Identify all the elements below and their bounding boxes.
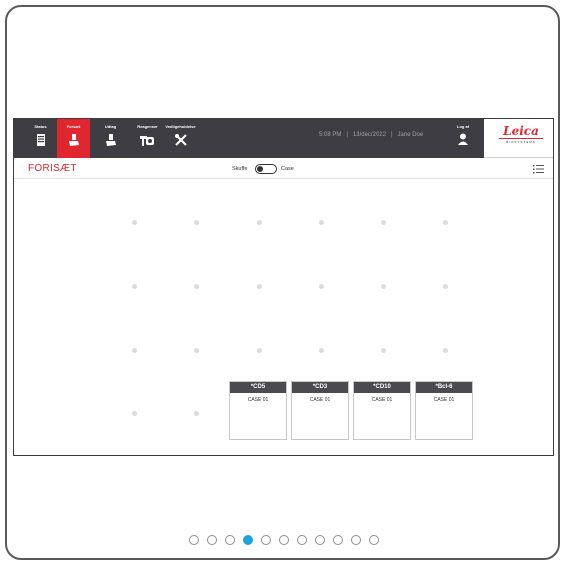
toggle-knob (257, 166, 263, 172)
empty-slot (257, 220, 262, 225)
page-indicator (0, 535, 567, 547)
slide-case: CASE 01 (371, 397, 393, 403)
slide-marker: *CD3 (292, 382, 348, 393)
nav-forsaet[interactable]: Forsæt (57, 119, 90, 158)
user-icon (458, 133, 468, 145)
nav-udtag[interactable]: Udtag (94, 119, 127, 158)
empty-slot (443, 220, 448, 225)
toggle-left-label: Skuffe (232, 166, 248, 172)
empty-slot (132, 284, 137, 289)
pager-dot[interactable] (189, 535, 199, 545)
page-header: FORISÆT Skuffe Case (14, 158, 553, 179)
empty-slot (381, 220, 386, 225)
status-user: Jane Doe (397, 132, 424, 138)
empty-slot (132, 220, 137, 225)
pager-dot[interactable] (207, 535, 217, 545)
empty-slot (194, 411, 199, 416)
slide-marker: *CD5 (230, 382, 286, 393)
toggle-switch[interactable] (255, 164, 277, 174)
slide-case: CASE 01 (433, 397, 455, 403)
pager-dot[interactable] (351, 535, 361, 545)
empty-slot (132, 411, 137, 416)
brand-logo: Leica BIOSYSTEMS (484, 119, 553, 158)
slide-card[interactable]: *Bcl-6 CASE 01 (415, 381, 473, 440)
reagent-bottle-icon (139, 136, 154, 146)
empty-slot (257, 348, 262, 353)
top-navigation-bar: Status Forsæt Udtag Reagenser Vedligehol… (14, 119, 484, 158)
tissue-cassette-icon (36, 134, 45, 146)
nav-vedligeholdelse-label: Vedligeholdelse (165, 124, 196, 129)
brand-divider (499, 138, 543, 139)
slide-card[interactable]: *CD3 CASE 01 (291, 381, 349, 440)
empty-slot (194, 220, 199, 225)
pager-dot[interactable] (315, 535, 325, 545)
pager-dot[interactable] (333, 535, 343, 545)
slide-case: CASE 01 (309, 397, 331, 403)
slide-marker: *Bcl-6 (416, 382, 472, 393)
nav-udtag-label: Udtag (104, 124, 117, 129)
nav-forsaet-label: Forsæt (66, 124, 81, 129)
pager-dot[interactable] (369, 535, 379, 545)
empty-slot (319, 220, 324, 225)
empty-slot (194, 284, 199, 289)
slide-case: CASE 01 (247, 397, 269, 403)
nav-status-label: Status (34, 124, 47, 129)
status-time: 5:08 PM (319, 132, 342, 138)
slide-card[interactable]: *CD5 CASE 01 (229, 381, 287, 440)
empty-slot (381, 284, 386, 289)
page-title: FORISÆT (28, 163, 77, 174)
nav-reagenser-label: Reagenser (137, 124, 158, 129)
nav-vedligeholdelse[interactable]: Vedligeholdelse (164, 119, 197, 158)
hand-slide-icon (68, 134, 79, 146)
pager-dot[interactable] (279, 535, 289, 545)
instrument-screen: Status Forsæt Udtag Reagenser Vedligehol… (13, 118, 554, 456)
empty-slot (443, 348, 448, 353)
nav-status[interactable]: Status (24, 119, 57, 158)
empty-slot (319, 284, 324, 289)
logout-button[interactable]: Log af (451, 119, 475, 158)
empty-slot (319, 348, 324, 353)
nav-reagenser[interactable]: Reagenser (131, 119, 164, 158)
empty-slot (257, 284, 262, 289)
toggle-right-label: Case (281, 166, 294, 172)
slide-card[interactable]: *CD10 CASE 01 (353, 381, 411, 440)
pager-dot[interactable] (243, 535, 253, 545)
empty-slot (132, 348, 137, 353)
pager-dot[interactable] (225, 535, 235, 545)
status-info: 5:08 PM | 13/dec/2022 | Jane Doe (319, 132, 424, 138)
status-date: 13/dec/2022 (352, 132, 386, 138)
pager-dot[interactable] (261, 535, 271, 545)
empty-slot (443, 284, 448, 289)
list-menu-icon[interactable] (533, 165, 544, 174)
brand-wordmark: Leica (503, 124, 539, 138)
empty-slot (194, 348, 199, 353)
brand-subtitle: BIOSYSTEMS (506, 140, 536, 144)
empty-slot (381, 348, 386, 353)
logout-label: Log af (457, 124, 469, 129)
tools-icon (174, 134, 187, 146)
hand-slide-icon (105, 134, 116, 146)
slide-marker: *CD10 (354, 382, 410, 393)
pager-dot[interactable] (297, 535, 307, 545)
